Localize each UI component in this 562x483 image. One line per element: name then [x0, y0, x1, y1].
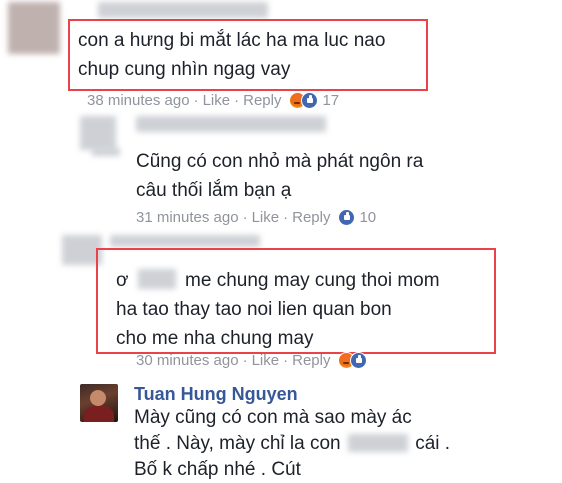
reaction-count[interactable]: 10 [359, 209, 376, 226]
author-name-blurred [110, 235, 260, 247]
separator: · [283, 352, 289, 369]
censored-word [347, 434, 408, 452]
reactions[interactable] [338, 209, 356, 226]
comment-fragment: me chung may cung thoi mom [185, 270, 440, 291]
comment-fragment: thế . Này, mày chỉ la con [134, 433, 341, 454]
comment-meta: 38 minutes ago · Like · Reply 17 [87, 92, 339, 109]
avatar-face [90, 390, 106, 406]
avatar-blurred [80, 116, 116, 150]
reply-link[interactable]: Reply [292, 209, 330, 226]
comment-line: con a hưng bi mắt lác ha ma luc nao [78, 30, 386, 51]
comment-body: Cũng có con nhỏ mà phát ngôn ra câu thối… [136, 147, 423, 205]
comment-line: ơ me chung may cung thoi mom [116, 266, 440, 295]
like-icon [350, 352, 368, 369]
like-link[interactable]: Like [252, 352, 280, 369]
comment-meta: 31 minutes ago · Like · Reply 10 [136, 209, 376, 226]
like-icon [301, 92, 319, 109]
separator: · [242, 209, 248, 226]
comment-line: Bố k chấp nhé . Cút [134, 459, 301, 480]
reactions[interactable] [338, 352, 368, 369]
separator: · [193, 92, 199, 109]
comment-line: cho me nha chung may [116, 328, 314, 349]
comment-fragment: cái . [415, 433, 451, 454]
comment-fragment: ơ [116, 270, 129, 291]
separator: · [234, 92, 240, 109]
timestamp[interactable]: 31 minutes ago [136, 209, 239, 226]
comment-body: con a hưng bi mắt lác ha ma luc nao chup… [78, 26, 385, 84]
comment-line: Mày cũng có con mà sao mày ác [134, 407, 412, 428]
like-icon [338, 209, 356, 226]
author-name-blurred [98, 2, 268, 18]
comment-body: Mày cũng có con mà sao mày ác thế . Này,… [134, 405, 450, 483]
comment-line: thế . Này, mày chỉ la con cái . [134, 431, 450, 457]
avatar-body [84, 406, 114, 422]
like-link[interactable]: Like [203, 92, 231, 109]
comment-line: ha tao thay tao noi lien quan bon [116, 299, 392, 320]
comment-line: câu thối lắm bạn ạ [136, 180, 292, 201]
censored-word [137, 269, 176, 289]
author-name[interactable]: Tuan Hung Nguyen [134, 384, 298, 405]
separator: · [283, 209, 289, 226]
blurred-fragment [92, 148, 120, 156]
author-name-blurred [136, 116, 326, 132]
like-link[interactable]: Like [252, 209, 280, 226]
avatar[interactable] [80, 384, 118, 422]
timestamp[interactable]: 38 minutes ago [87, 92, 190, 109]
comment-line: chup cung nhìn ngag vay [78, 59, 291, 80]
reply-link[interactable]: Reply [243, 92, 281, 109]
avatar-blurred [8, 2, 60, 54]
separator: · [242, 352, 248, 369]
reply-link[interactable]: Reply [292, 352, 330, 369]
reactions[interactable] [289, 92, 319, 109]
comment-line: Cũng có con nhỏ mà phát ngôn ra [136, 151, 424, 172]
comment-meta: 30 minutes ago · Like · Reply [136, 352, 368, 369]
reaction-count[interactable]: 17 [322, 92, 339, 109]
comment-body: ơ me chung may cung thoi mom ha tao thay… [116, 266, 440, 353]
timestamp[interactable]: 30 minutes ago [136, 352, 239, 369]
